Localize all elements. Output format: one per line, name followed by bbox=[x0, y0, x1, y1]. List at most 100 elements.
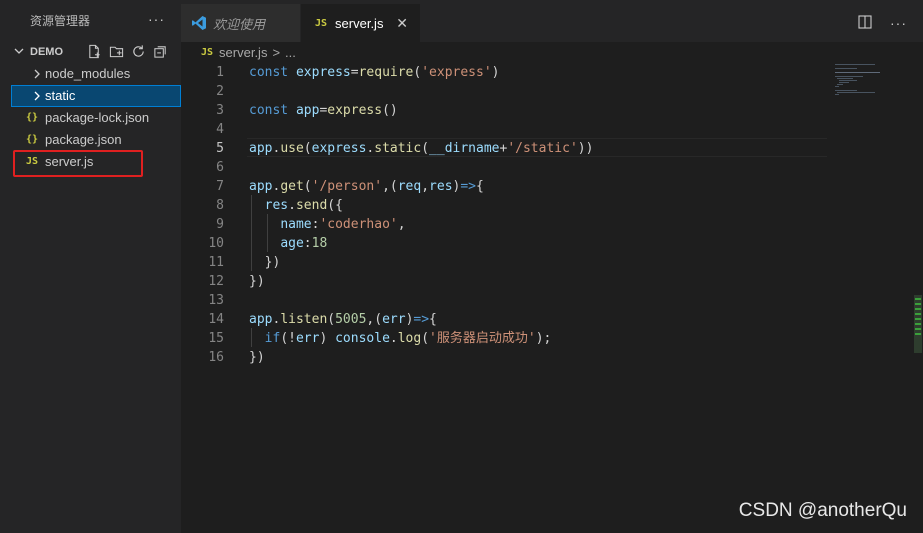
code-token: ); bbox=[535, 331, 552, 346]
tree-item-package-json[interactable]: {} package.json bbox=[0, 129, 181, 151]
code-line[interactable]: 5 app.use(express.static(__dirname+'/stat… bbox=[181, 139, 831, 158]
code-text: app.get('/person',(req,res)=>{ bbox=[249, 177, 484, 196]
code-token: ,( bbox=[382, 179, 398, 194]
code-token: => bbox=[460, 179, 477, 194]
code-token: req bbox=[397, 179, 422, 194]
code-line[interactable]: 13 bbox=[181, 291, 831, 310]
code-token: express bbox=[327, 103, 383, 118]
chevron-right-icon bbox=[31, 90, 43, 102]
line-number: 12 bbox=[208, 274, 224, 289]
refresh-icon[interactable] bbox=[130, 43, 146, 59]
highlight-annotation-box bbox=[13, 150, 143, 177]
code-token: ( bbox=[303, 179, 312, 194]
tree-item-package-lock-json[interactable]: {} package-lock.json bbox=[0, 107, 181, 129]
close-icon[interactable]: ✕ bbox=[396, 15, 408, 32]
code-token: 5005 bbox=[335, 312, 367, 327]
code-line[interactable]: 6 bbox=[181, 158, 831, 177]
workspace-section-header[interactable]: DEMO bbox=[0, 41, 181, 63]
code-line[interactable]: 1 const express=require('express') bbox=[181, 63, 831, 82]
code-line[interactable]: 10 age:18 bbox=[181, 234, 831, 253]
code-line[interactable]: 7 app.get('/person',(req,res)=>{ bbox=[181, 177, 831, 196]
json-file-icon: {} bbox=[26, 134, 39, 145]
code-token: name bbox=[280, 217, 312, 232]
code-text: const express=require('express') bbox=[249, 63, 500, 82]
line-number: 8 bbox=[216, 198, 224, 213]
breadcrumb-file[interactable]: server.js bbox=[219, 45, 267, 60]
explorer-title: 资源管理器 bbox=[30, 13, 91, 28]
code-line[interactable]: 9 name:'coderhao', bbox=[181, 215, 831, 234]
code-token: '/static' bbox=[507, 141, 578, 156]
new-folder-icon[interactable] bbox=[108, 43, 124, 59]
line-number: 11 bbox=[208, 255, 224, 270]
tree-item-label: static bbox=[45, 88, 76, 103]
code-token: () bbox=[382, 103, 398, 118]
line-number: 16 bbox=[208, 350, 224, 365]
code-token: => bbox=[413, 312, 430, 327]
tree-item-static[interactable]: static bbox=[11, 85, 181, 107]
code-line[interactable]: 2 bbox=[181, 82, 831, 101]
line-number: 3 bbox=[216, 103, 224, 118]
more-actions-icon[interactable]: ··· bbox=[148, 11, 165, 27]
line-number: 9 bbox=[216, 217, 224, 232]
code-token: listen bbox=[280, 312, 328, 327]
code-token: send bbox=[295, 198, 328, 213]
editor-tab-bar: 欢迎使用 JS server.js ✕ ··· bbox=[181, 0, 923, 42]
code-line[interactable]: 3 const app=express() bbox=[181, 101, 831, 120]
tab-welcome[interactable]: 欢迎使用 bbox=[181, 4, 300, 42]
collapse-all-icon[interactable] bbox=[152, 43, 168, 59]
code-text: name:'coderhao', bbox=[249, 215, 406, 234]
line-number: 13 bbox=[208, 293, 224, 308]
code-token: 18 bbox=[311, 236, 328, 251]
code-token: log bbox=[397, 331, 422, 346]
code-editor[interactable]: 1 const express=require('express') 2 3 const… bbox=[181, 62, 923, 533]
code-line[interactable]: 14 app.listen(5005,(err)=>{ bbox=[181, 310, 831, 329]
json-file-icon: {} bbox=[26, 112, 39, 123]
breadcrumb-symbols[interactable]: ... bbox=[285, 45, 296, 60]
code-token: express bbox=[295, 65, 351, 80]
code-text: }) bbox=[249, 272, 265, 291]
tree-item-label: node_modules bbox=[45, 66, 131, 81]
minimap[interactable] bbox=[831, 62, 909, 122]
code-line[interactable]: 4 bbox=[181, 120, 831, 139]
code-token: ( bbox=[421, 141, 430, 156]
tree-item-label: package-lock.json bbox=[45, 110, 150, 125]
line-number: 15 bbox=[208, 331, 224, 346]
code-token: res bbox=[264, 198, 289, 213]
code-token: static bbox=[374, 141, 422, 156]
code-token: }) bbox=[264, 255, 281, 270]
code-token: require bbox=[358, 65, 414, 80]
code-text: if(!err) console.log('服务器启动成功'); bbox=[249, 329, 552, 348]
code-token: if bbox=[264, 331, 281, 346]
tree-item-node-modules[interactable]: node_modules bbox=[0, 63, 181, 85]
code-line[interactable]: 16}) bbox=[181, 348, 831, 367]
tab-server-js[interactable]: JS server.js ✕ bbox=[301, 4, 420, 42]
code-line[interactable]: 8 res.send({ bbox=[181, 196, 831, 215]
code-line[interactable]: 15 if(!err) console.log('服务器启动成功'); bbox=[181, 329, 831, 348]
code-token: ( bbox=[303, 141, 312, 156]
split-editor-icon[interactable] bbox=[858, 15, 872, 32]
code-line[interactable]: 12}) bbox=[181, 272, 831, 291]
line-number: 7 bbox=[216, 179, 224, 194]
watermark: CSDN @anotherQu bbox=[738, 500, 907, 521]
code-token: get bbox=[280, 179, 304, 194]
more-actions-icon[interactable]: ··· bbox=[890, 15, 907, 32]
tree-item-label: package.json bbox=[45, 132, 122, 147]
code-line[interactable]: 11 }) bbox=[181, 253, 831, 272]
code-token: console bbox=[335, 331, 390, 346]
code-token: = bbox=[350, 65, 359, 80]
new-file-icon[interactable] bbox=[86, 43, 102, 59]
js-file-icon: JS bbox=[315, 17, 328, 29]
code-token: __dirname bbox=[429, 141, 500, 156]
code-token: ) bbox=[491, 65, 500, 80]
scrollbar-overview-ruler[interactable] bbox=[914, 295, 922, 353]
code-token: app bbox=[249, 179, 273, 194]
line-number: 10 bbox=[208, 236, 224, 251]
code-token: , bbox=[397, 217, 406, 232]
code-token: ,( bbox=[366, 312, 383, 327]
js-file-icon: JS bbox=[201, 46, 214, 58]
code-text: app.listen(5005,(err)=>{ bbox=[249, 310, 437, 329]
